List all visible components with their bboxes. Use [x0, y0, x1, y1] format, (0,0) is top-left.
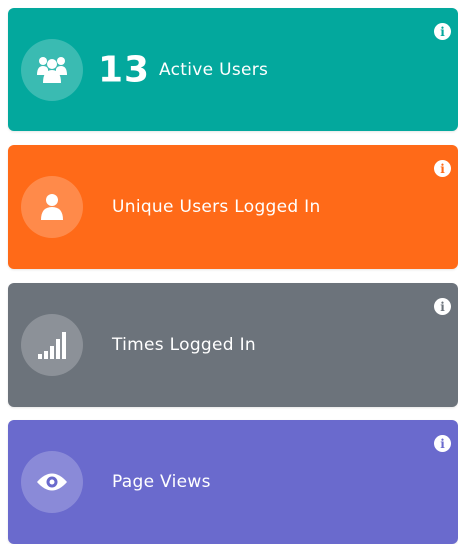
info-glyph: i [440, 161, 445, 176]
active-users-label: Active Users [159, 59, 269, 80]
info-icon[interactable]: i [434, 435, 451, 452]
page-views-label: Page Views [112, 472, 211, 492]
times-logged-in-card: Times Logged In i [8, 283, 458, 407]
info-icon[interactable]: i [434, 160, 451, 177]
active-users-count: 13 [98, 49, 151, 90]
page-views-card: Page Views i [8, 420, 458, 544]
info-icon[interactable]: i [434, 23, 451, 40]
info-glyph: i [440, 24, 445, 39]
info-glyph: i [440, 436, 445, 451]
info-icon[interactable]: i [434, 298, 451, 315]
active-users-card: 13 Active Users i [8, 8, 458, 131]
unique-users-label: Unique Users Logged In [112, 197, 321, 217]
eye-icon [21, 451, 83, 513]
info-glyph: i [440, 299, 445, 314]
user-icon [21, 176, 83, 238]
times-logged-in-label: Times Logged In [112, 335, 256, 355]
users-group-icon [21, 38, 83, 101]
unique-users-card: Unique Users Logged In i [8, 145, 458, 269]
signal-bars-icon [21, 314, 83, 376]
